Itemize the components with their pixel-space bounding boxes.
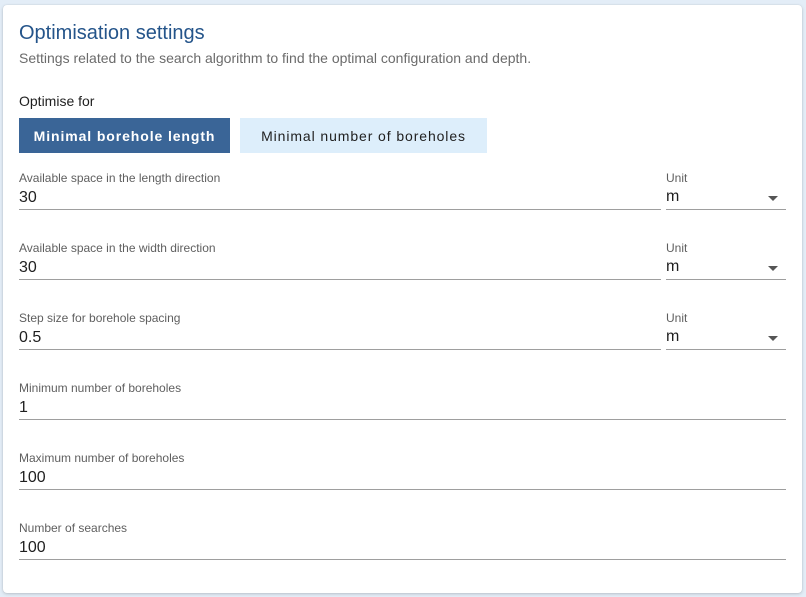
step-size-unit-label: Unit [666, 311, 688, 325]
minimal-number-of-boreholes-button[interactable]: Minimal number of boreholes [240, 118, 487, 153]
searches-label: Number of searches [19, 521, 128, 535]
chevron-down-icon[interactable] [768, 336, 778, 341]
page-subtitle: Settings related to the search algorithm… [19, 50, 532, 66]
optimisation-settings-card: Optimisation settings Settings related t… [3, 5, 802, 593]
optimise-for-label: Optimise for [19, 93, 95, 109]
length-unit-text: m [666, 188, 680, 205]
width-unit-value[interactable]: m [666, 257, 786, 280]
step-size-field: Step size for borehole spacing [19, 311, 661, 351]
step-size-unit-select[interactable]: Unit m [666, 311, 786, 351]
min-boreholes-input[interactable] [19, 397, 786, 420]
minimal-borehole-length-button[interactable]: Minimal borehole length [19, 118, 230, 153]
chevron-down-icon[interactable] [768, 196, 778, 201]
max-boreholes-label: Maximum number of boreholes [19, 451, 185, 465]
width-field: Available space in the width direction [19, 241, 661, 281]
length-field: Available space in the length direction [19, 171, 661, 211]
step-size-unit-text: m [666, 328, 680, 345]
length-unit-value[interactable]: m [666, 187, 786, 210]
min-boreholes-label: Minimum number of boreholes [19, 381, 182, 395]
width-unit-select[interactable]: Unit m [666, 241, 786, 281]
width-unit-text: m [666, 258, 680, 275]
searches-input[interactable] [19, 537, 786, 560]
chevron-down-icon[interactable] [768, 266, 778, 271]
step-size-field-label: Step size for borehole spacing [19, 311, 181, 325]
min-boreholes-field: Minimum number of boreholes [19, 381, 786, 421]
max-boreholes-field: Maximum number of boreholes [19, 451, 786, 491]
width-input[interactable] [19, 257, 661, 280]
page-title: Optimisation settings [19, 22, 205, 44]
step-size-unit-value[interactable]: m [666, 327, 786, 350]
searches-field: Number of searches [19, 521, 786, 561]
max-boreholes-input[interactable] [19, 467, 786, 490]
length-input[interactable] [19, 187, 661, 210]
length-field-label: Available space in the length direction [19, 171, 221, 185]
length-unit-label: Unit [666, 171, 688, 185]
width-field-label: Available space in the width direction [19, 241, 216, 255]
width-unit-label: Unit [666, 241, 688, 255]
step-size-input[interactable] [19, 327, 661, 350]
length-unit-select[interactable]: Unit m [666, 171, 786, 211]
